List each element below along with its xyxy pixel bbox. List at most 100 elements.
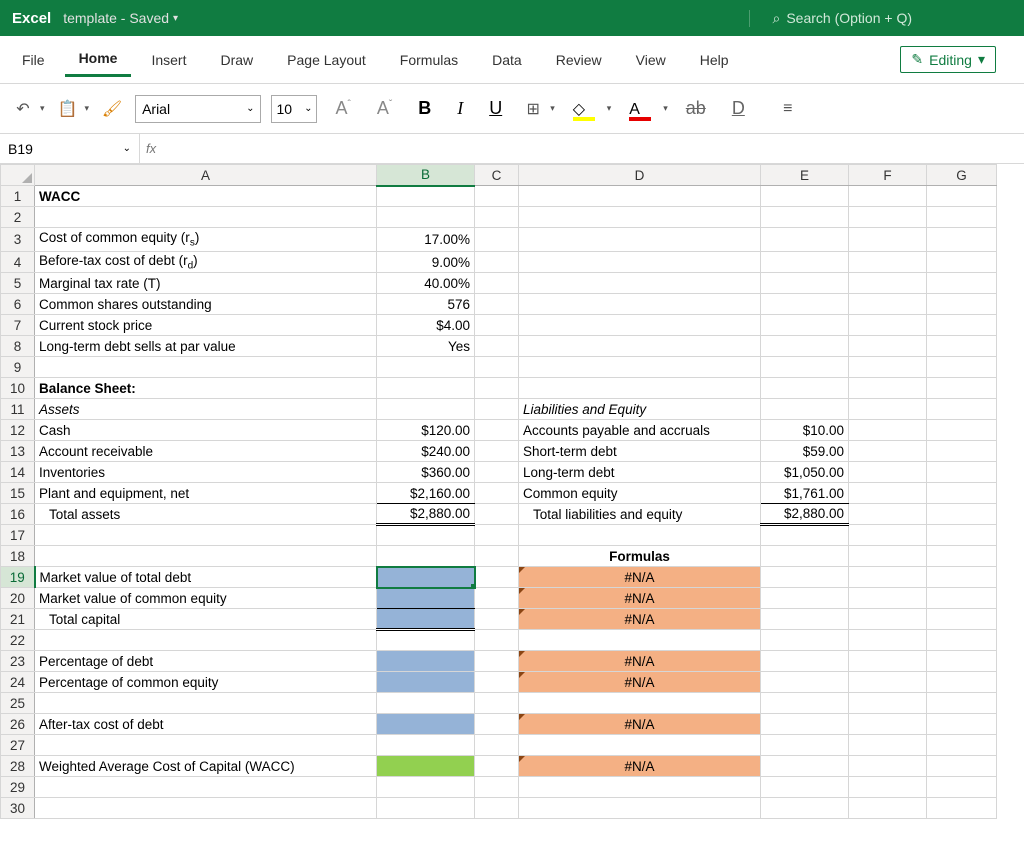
row-header[interactable]: 23: [1, 651, 35, 672]
cell[interactable]: Current stock price: [35, 315, 377, 336]
row-header[interactable]: 12: [1, 420, 35, 441]
row-header[interactable]: 3: [1, 228, 35, 252]
tab-view[interactable]: View: [622, 44, 680, 76]
cell[interactable]: After-tax cost of debt: [35, 714, 377, 735]
tab-draw[interactable]: Draw: [206, 44, 267, 76]
tab-help[interactable]: Help: [686, 44, 743, 76]
cell[interactable]: $10.00: [761, 420, 849, 441]
font-select[interactable]: Arial ⌄: [135, 95, 261, 123]
strikethrough-button[interactable]: ab: [678, 98, 714, 119]
row-header[interactable]: 19: [1, 567, 35, 588]
name-box[interactable]: B19 ⌄: [0, 134, 140, 163]
cell[interactable]: Cash: [35, 420, 377, 441]
cell[interactable]: Accounts payable and accruals: [519, 420, 761, 441]
col-header-a[interactable]: A: [35, 165, 377, 186]
row-header[interactable]: 27: [1, 735, 35, 756]
row-header[interactable]: 5: [1, 273, 35, 294]
cell[interactable]: Total capital: [35, 609, 377, 630]
cell[interactable]: #N/A: [519, 672, 761, 693]
italic-button[interactable]: I: [449, 98, 471, 119]
cell[interactable]: $2,160.00: [377, 483, 475, 504]
cell[interactable]: Yes: [377, 336, 475, 357]
fill-color-button[interactable]: ◇: [565, 98, 603, 119]
cell[interactable]: Percentage of common equity: [35, 672, 377, 693]
cell[interactable]: Balance Sheet:: [35, 378, 377, 399]
cell[interactable]: 40.00%: [377, 273, 475, 294]
search-box[interactable]: ⌕ Search (Option + Q): [749, 10, 912, 27]
cell[interactable]: Total liabilities and equity: [519, 504, 761, 525]
cell[interactable]: [377, 756, 475, 777]
row-header[interactable]: 9: [1, 357, 35, 378]
tab-file[interactable]: File: [8, 44, 59, 76]
cell[interactable]: 576: [377, 294, 475, 315]
cell[interactable]: Long-term debt sells at par value: [35, 336, 377, 357]
row-header[interactable]: 4: [1, 252, 35, 273]
cell[interactable]: WACC: [35, 186, 377, 207]
chevron-down-icon[interactable]: ▾: [663, 103, 668, 114]
row-header[interactable]: 13: [1, 441, 35, 462]
active-cell[interactable]: [377, 567, 475, 588]
font-color-button[interactable]: A: [621, 98, 659, 119]
align-icon[interactable]: ≡: [775, 96, 801, 122]
cell[interactable]: [377, 714, 475, 735]
cell[interactable]: [377, 588, 475, 609]
cell[interactable]: [377, 609, 475, 630]
chevron-down-icon[interactable]: ▾: [40, 103, 45, 114]
cell[interactable]: #N/A: [519, 714, 761, 735]
cell[interactable]: Marginal tax rate (T): [35, 273, 377, 294]
col-header-f[interactable]: F: [849, 165, 927, 186]
row-header[interactable]: 18: [1, 546, 35, 567]
chevron-down-icon[interactable]: ▾: [550, 103, 555, 114]
cell[interactable]: $360.00: [377, 462, 475, 483]
cell[interactable]: #N/A: [519, 651, 761, 672]
tab-page-layout[interactable]: Page Layout: [273, 44, 380, 76]
cell[interactable]: Weighted Average Cost of Capital (WACC): [35, 756, 377, 777]
cell[interactable]: Long-term debt: [519, 462, 761, 483]
cell[interactable]: Account receivable: [35, 441, 377, 462]
row-header[interactable]: 7: [1, 315, 35, 336]
cell[interactable]: Plant and equipment, net: [35, 483, 377, 504]
cell[interactable]: $240.00: [377, 441, 475, 462]
cell[interactable]: Total assets: [35, 504, 377, 525]
row-header[interactable]: 24: [1, 672, 35, 693]
tab-formulas[interactable]: Formulas: [386, 44, 472, 76]
tab-review[interactable]: Review: [542, 44, 616, 76]
cell[interactable]: Liabilities and Equity: [519, 399, 761, 420]
cell[interactable]: #N/A: [519, 756, 761, 777]
row-header[interactable]: 22: [1, 630, 35, 651]
col-header-c[interactable]: C: [475, 165, 519, 186]
cell[interactable]: Short-term debt: [519, 441, 761, 462]
cell[interactable]: $120.00: [377, 420, 475, 441]
cell[interactable]: Cost of common equity (rs): [35, 228, 377, 252]
doc-title[interactable]: template - Saved ▾: [63, 10, 178, 26]
row-header[interactable]: 6: [1, 294, 35, 315]
cell[interactable]: [377, 651, 475, 672]
borders-icon[interactable]: ⊞: [520, 96, 546, 122]
cell[interactable]: $1,761.00: [761, 483, 849, 504]
cell[interactable]: $2,880.00: [377, 504, 475, 525]
row-header[interactable]: 10: [1, 378, 35, 399]
double-underline-button[interactable]: D: [724, 98, 753, 119]
col-header-b[interactable]: B: [377, 165, 475, 186]
cell[interactable]: #N/A: [519, 588, 761, 609]
col-header-g[interactable]: G: [927, 165, 997, 186]
select-all-corner[interactable]: [1, 165, 35, 186]
cell[interactable]: Market value of total debt: [35, 567, 377, 588]
underline-button[interactable]: U: [481, 98, 510, 119]
tab-data[interactable]: Data: [478, 44, 536, 76]
cell[interactable]: Formulas: [519, 546, 761, 567]
cell[interactable]: Assets: [35, 399, 377, 420]
col-header-d[interactable]: D: [519, 165, 761, 186]
row-header[interactable]: 1: [1, 186, 35, 207]
cell[interactable]: Market value of common equity: [35, 588, 377, 609]
cell[interactable]: 9.00%: [377, 252, 475, 273]
cell[interactable]: #N/A: [519, 609, 761, 630]
decrease-font-icon[interactable]: Aˇ: [369, 98, 400, 119]
chevron-down-icon[interactable]: ▾: [85, 103, 90, 114]
cell[interactable]: #N/A: [519, 567, 761, 588]
row-header[interactable]: 8: [1, 336, 35, 357]
cell[interactable]: [377, 672, 475, 693]
row-header[interactable]: 14: [1, 462, 35, 483]
chevron-down-icon[interactable]: ▾: [607, 103, 612, 114]
spreadsheet[interactable]: A B C D E F G 1WACC 2 3Cost of common eq…: [0, 164, 1024, 819]
